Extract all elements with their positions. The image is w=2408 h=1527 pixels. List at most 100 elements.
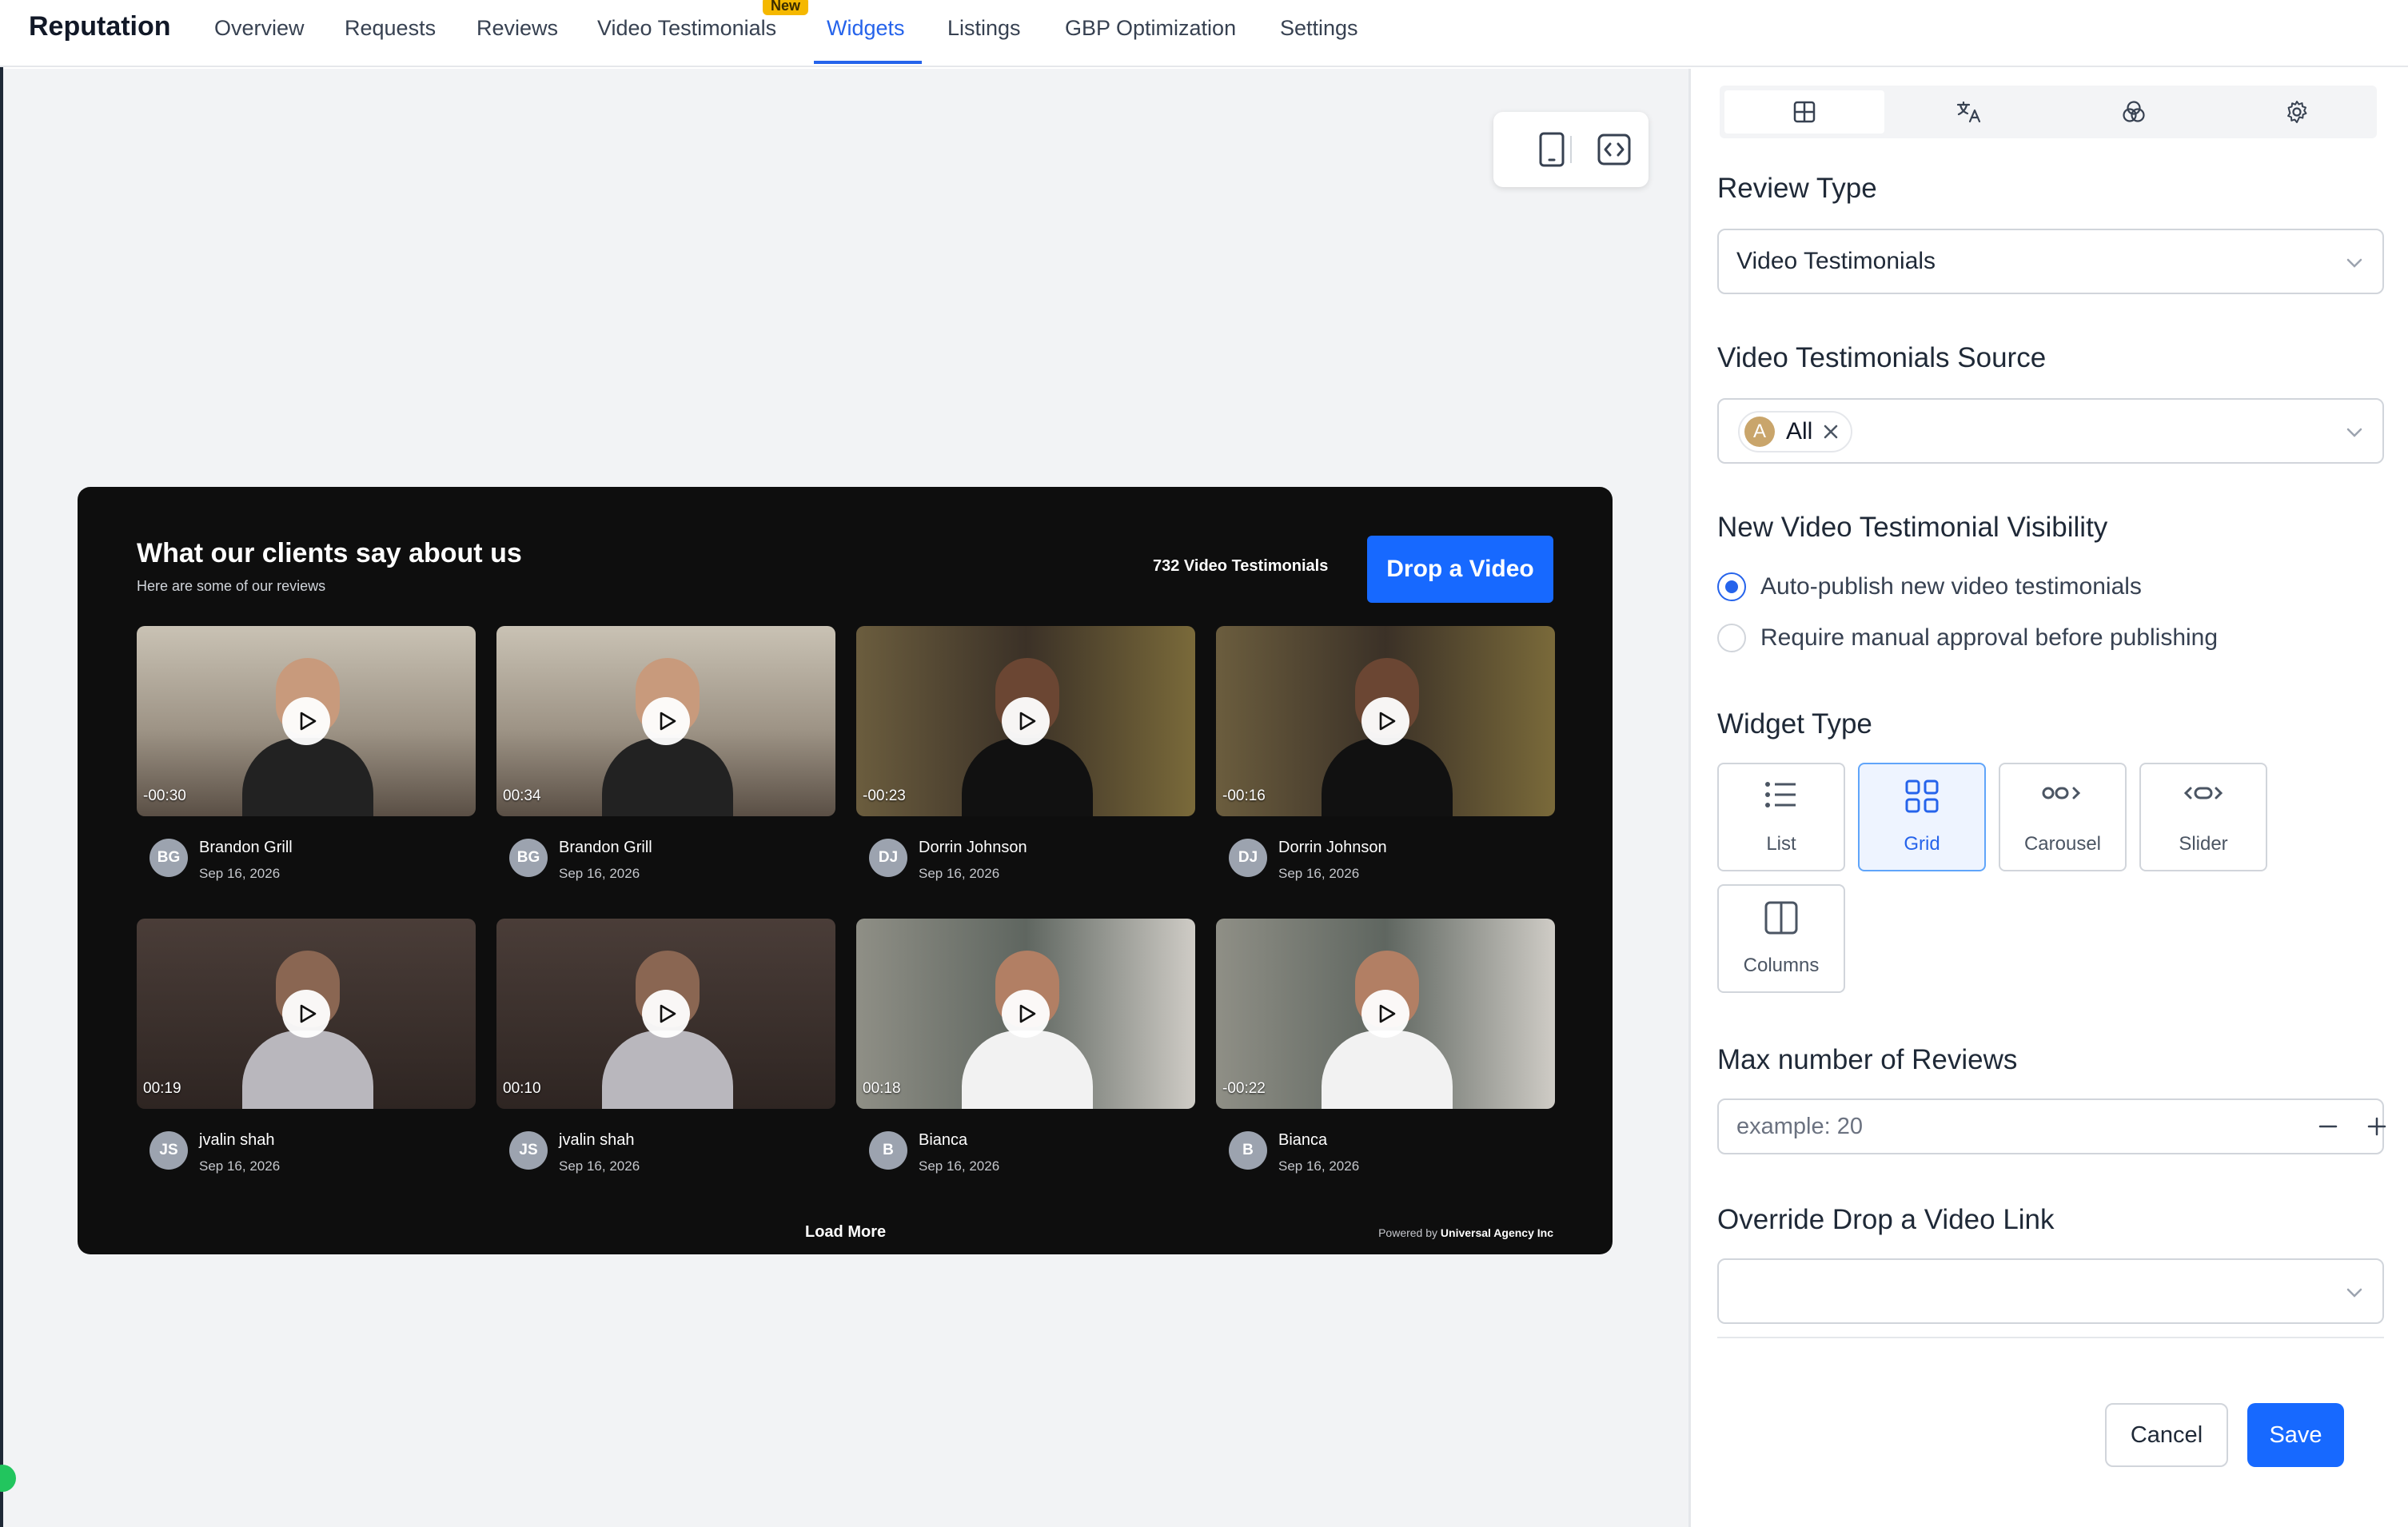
radio-manual-approval-label: Require manual approval before publishin… xyxy=(1760,624,2219,651)
tab-settings[interactable] xyxy=(2217,90,2377,134)
radio-button[interactable] xyxy=(1717,624,1746,652)
radio-manual-approval[interactable]: Require manual approval before publishin… xyxy=(1717,622,2218,654)
video-thumbnail[interactable]: 00:18 xyxy=(856,919,1195,1109)
widget-type-grid[interactable]: Grid xyxy=(1858,763,1986,871)
active-tab-indicator xyxy=(814,61,922,64)
widget-type-list-label: List xyxy=(1766,833,1796,855)
person-torso xyxy=(242,1031,373,1109)
chevron-down-icon xyxy=(2346,258,2362,268)
max-reviews-input[interactable]: example: 20 xyxy=(1717,1098,2386,1154)
video-thumbnail[interactable]: 00:34 xyxy=(496,626,835,816)
testimonial-card[interactable]: 00:10 JS jvalin shah Sep 16, 2026 xyxy=(496,919,835,1189)
avatar: B xyxy=(869,1131,907,1170)
play-button[interactable] xyxy=(282,990,330,1038)
video-duration: 00:19 xyxy=(143,1080,181,1097)
widget-type-columns-label: Columns xyxy=(1743,955,1820,976)
reviewer-name: Bianca xyxy=(1278,1131,1328,1149)
nav-widgets[interactable]: Widgets xyxy=(827,16,905,41)
reviewer-name: Brandon Grill xyxy=(559,839,652,856)
avatar: JS xyxy=(509,1131,548,1170)
cancel-button[interactable]: Cancel xyxy=(2105,1403,2228,1467)
drop-video-button[interactable]: Drop a Video xyxy=(1367,536,1553,603)
play-button[interactable] xyxy=(282,697,330,745)
embed-code-icon[interactable] xyxy=(1596,131,1633,168)
translate-icon xyxy=(1956,101,1981,123)
video-thumbnail[interactable]: -00:30 xyxy=(137,626,476,816)
widget-type-list[interactable]: List xyxy=(1717,763,1845,871)
widget-type-carousel-label: Carousel xyxy=(2023,833,2102,855)
radio-auto-publish-label: Auto-publish new video testimonials xyxy=(1760,573,2142,600)
play-button[interactable] xyxy=(642,697,690,745)
grid-icon xyxy=(1905,779,1939,813)
avatar: JS xyxy=(150,1131,188,1170)
review-date: Sep 16, 2026 xyxy=(919,1158,1000,1174)
video-thumbnail[interactable]: -00:23 xyxy=(856,626,1195,816)
reviewer-name: Dorrin Johnson xyxy=(919,839,1027,856)
nav-video-testimonials[interactable]: Video Testimonials xyxy=(597,16,776,41)
save-button[interactable]: Save xyxy=(2247,1403,2344,1467)
testimonial-card[interactable]: 00:19 JS jvalin shah Sep 16, 2026 xyxy=(137,919,476,1189)
tab-layout[interactable] xyxy=(1724,90,1884,134)
color-palette-icon xyxy=(2123,101,2145,122)
play-button[interactable] xyxy=(1361,990,1409,1038)
source-chip-avatar: A xyxy=(1744,417,1775,447)
radio-button-selected[interactable] xyxy=(1717,572,1746,601)
video-thumbnail[interactable]: 00:10 xyxy=(496,919,835,1109)
video-thumbnail[interactable]: -00:16 xyxy=(1216,626,1555,816)
panel-divider-line xyxy=(1717,1337,2384,1338)
reviewer-name: Brandon Grill xyxy=(199,839,293,856)
nav-reviews[interactable]: Reviews xyxy=(476,16,558,41)
review-type-select[interactable]: Video Testimonials xyxy=(1717,229,2384,294)
chevron-down-icon xyxy=(2346,428,2362,437)
source-label: Video Testimonials Source xyxy=(1717,342,2047,373)
powered-by-brand: Universal Agency Inc xyxy=(1440,1226,1553,1239)
tab-translate[interactable] xyxy=(1889,90,2049,134)
widget-type-slider[interactable]: Slider xyxy=(2139,763,2267,871)
testimonial-card[interactable]: -00:23 DJ Dorrin Johnson Sep 16, 2026 xyxy=(856,626,1195,896)
mobile-view-icon[interactable] xyxy=(1533,131,1570,168)
nav-settings[interactable]: Settings xyxy=(1280,16,1358,41)
nav-listings[interactable]: Listings xyxy=(947,16,1021,41)
load-more-button[interactable]: Load More xyxy=(805,1223,886,1242)
plus-icon xyxy=(2367,1117,2386,1136)
override-link-select[interactable] xyxy=(1717,1258,2384,1324)
override-link-label: Override Drop a Video Link xyxy=(1717,1204,2055,1235)
widget-type-slider-label: Slider xyxy=(2179,833,2228,855)
video-thumbnail[interactable]: 00:19 xyxy=(137,919,476,1109)
testimonial-card[interactable]: 00:18 B Bianca Sep 16, 2026 xyxy=(856,919,1195,1189)
video-duration: -00:16 xyxy=(1222,787,1266,804)
testimonial-card[interactable]: 00:34 BG Brandon Grill Sep 16, 2026 xyxy=(496,626,835,896)
testimonial-card[interactable]: -00:22 B Bianca Sep 16, 2026 xyxy=(1216,919,1555,1189)
review-date: Sep 16, 2026 xyxy=(199,866,281,881)
play-button[interactable] xyxy=(1361,697,1409,745)
nav-requests[interactable]: Requests xyxy=(345,16,436,41)
video-testimonials-widget: What our clients say about us Here are s… xyxy=(78,487,1613,1254)
nav-overview[interactable]: Overview xyxy=(214,16,305,41)
play-button[interactable] xyxy=(1002,990,1050,1038)
increment-button[interactable] xyxy=(2360,1110,2394,1143)
play-button[interactable] xyxy=(642,990,690,1038)
widget-type-carousel[interactable]: Carousel xyxy=(1999,763,2127,871)
nav-gbp-optimization[interactable]: GBP Optimization xyxy=(1065,16,1236,41)
review-date: Sep 16, 2026 xyxy=(1278,1158,1360,1174)
avatar: B xyxy=(1229,1131,1267,1170)
testimonial-card[interactable]: -00:30 BG Brandon Grill Sep 16, 2026 xyxy=(137,626,476,896)
review-date: Sep 16, 2026 xyxy=(559,866,640,881)
person-torso xyxy=(602,1031,733,1109)
testimonial-card[interactable]: -00:16 DJ Dorrin Johnson Sep 16, 2026 xyxy=(1216,626,1555,896)
source-chip: A All xyxy=(1738,411,1853,453)
play-button[interactable] xyxy=(1002,697,1050,745)
powered-by: Powered by Universal Agency Inc xyxy=(1378,1226,1553,1239)
radio-auto-publish[interactable]: Auto-publish new video testimonials xyxy=(1717,571,2142,603)
tab-colors[interactable] xyxy=(2054,90,2214,134)
close-icon[interactable] xyxy=(1822,423,1840,441)
play-icon xyxy=(1019,1004,1036,1023)
review-date: Sep 16, 2026 xyxy=(919,866,1000,881)
play-icon xyxy=(300,712,317,731)
widget-type-columns[interactable]: Columns xyxy=(1717,884,1845,993)
video-thumbnail[interactable]: -00:22 xyxy=(1216,919,1555,1109)
decrement-button[interactable] xyxy=(2311,1110,2345,1143)
avatar: BG xyxy=(509,839,548,877)
source-select[interactable]: A All xyxy=(1717,398,2384,464)
max-reviews-label: Max number of Reviews xyxy=(1717,1044,2018,1075)
